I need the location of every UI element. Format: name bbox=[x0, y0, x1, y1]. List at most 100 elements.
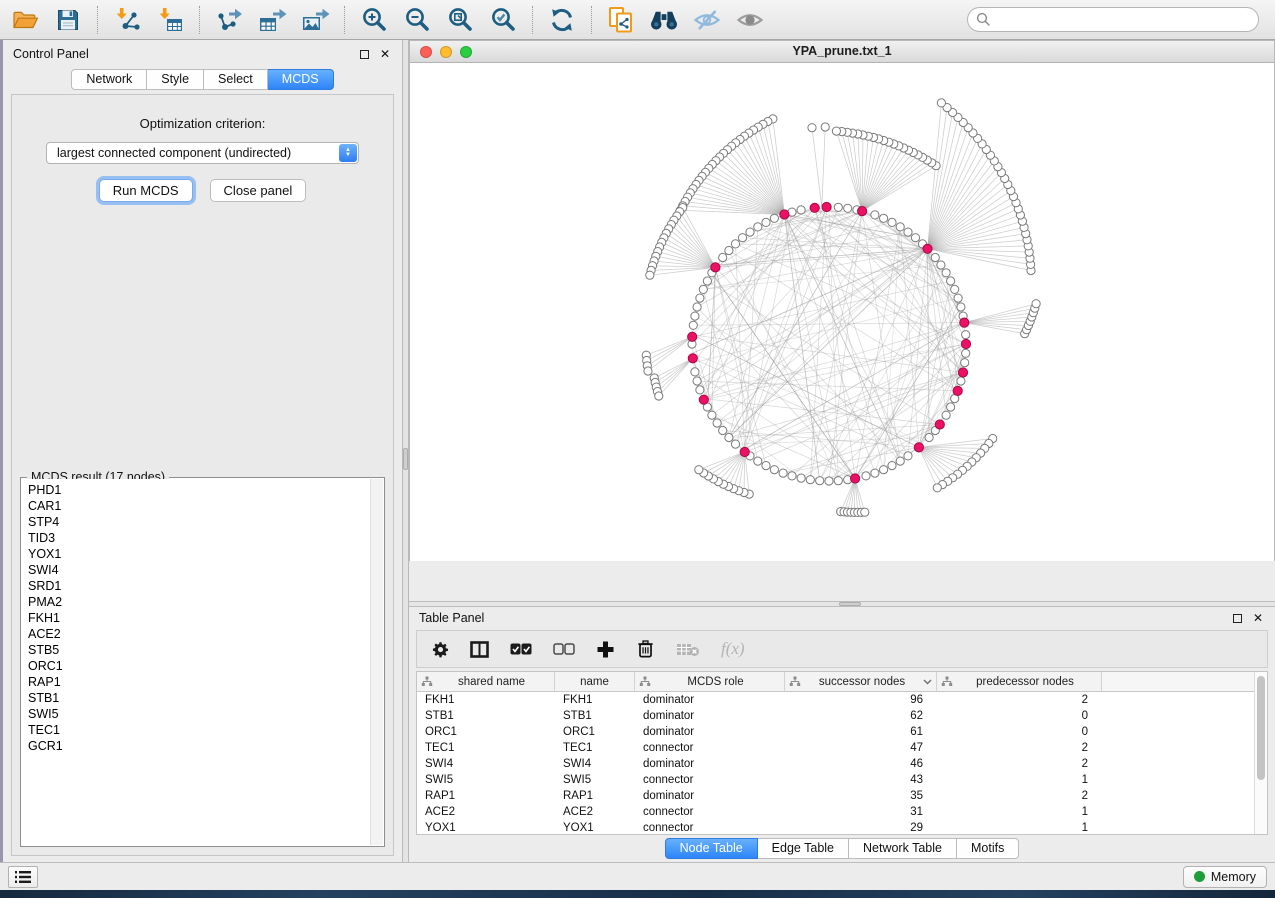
mcds-result-item[interactable]: CAR1 bbox=[28, 498, 370, 514]
memory-button[interactable]: Memory bbox=[1183, 866, 1267, 888]
mcds-result-item[interactable]: GCR1 bbox=[28, 738, 370, 754]
splitter-handle[interactable] bbox=[403, 448, 408, 470]
float-panel-icon[interactable] bbox=[360, 50, 369, 59]
network-graph[interactable] bbox=[410, 63, 1274, 560]
mcds-result-item[interactable]: SRD1 bbox=[28, 578, 370, 594]
column-header-successor-nodes[interactable]: successor nodes bbox=[785, 672, 937, 691]
task-history-button[interactable] bbox=[8, 866, 38, 888]
table-cell: RAP1 bbox=[555, 788, 635, 804]
column-type-icon bbox=[941, 676, 953, 687]
table-panel: Table Panel ✕ bbox=[409, 607, 1275, 862]
tab-node-table[interactable]: Node Table bbox=[665, 838, 758, 859]
delete-table-icon bbox=[676, 642, 700, 657]
mcds-result-item[interactable]: TID3 bbox=[28, 530, 370, 546]
search-input[interactable] bbox=[967, 7, 1259, 32]
add-row-icon[interactable] bbox=[596, 640, 615, 659]
select-all-rows-icon[interactable] bbox=[510, 643, 532, 655]
optimization-criterion-select[interactable]: largest connected component (undirected)… bbox=[46, 142, 359, 164]
network-view-window: YPA_prune.txt_1 bbox=[409, 40, 1275, 561]
mcds-result-item[interactable]: SWI4 bbox=[28, 562, 370, 578]
mcds-result-item[interactable]: YOX1 bbox=[28, 546, 370, 562]
import-network-icon[interactable] bbox=[112, 5, 142, 35]
tab-motifs[interactable]: Motifs bbox=[957, 838, 1019, 859]
mcds-result-item[interactable]: ORC1 bbox=[28, 658, 370, 674]
column-type-icon bbox=[789, 676, 801, 687]
mcds-result-item[interactable]: STB1 bbox=[28, 690, 370, 706]
table-cell: ACE2 bbox=[555, 804, 635, 820]
export-network-icon[interactable] bbox=[214, 5, 244, 35]
zoom-in-icon[interactable] bbox=[359, 5, 389, 35]
run-mcds-button[interactable]: Run MCDS bbox=[99, 179, 193, 202]
close-window-icon[interactable] bbox=[420, 46, 432, 58]
save-session-icon[interactable] bbox=[53, 5, 83, 35]
hide-graphics-details-icon[interactable] bbox=[692, 5, 722, 35]
export-image-icon[interactable] bbox=[300, 5, 330, 35]
column-header-mcds-role[interactable]: MCDS role bbox=[635, 672, 785, 691]
vertical-splitter[interactable] bbox=[402, 40, 409, 862]
scrollbar-thumb[interactable] bbox=[1257, 676, 1265, 780]
show-graphics-details-icon bbox=[735, 5, 765, 35]
table-panel-header: Table Panel ✕ bbox=[409, 607, 1275, 629]
import-table-icon[interactable] bbox=[155, 5, 185, 35]
close-panel-icon[interactable]: ✕ bbox=[380, 50, 390, 59]
close-panel-icon[interactable]: ✕ bbox=[1253, 614, 1263, 623]
tab-mcds[interactable]: MCDS bbox=[268, 69, 334, 90]
tab-edge-table[interactable]: Edge Table bbox=[758, 838, 849, 859]
mcds-result-item[interactable]: STP4 bbox=[28, 514, 370, 530]
maximize-window-icon[interactable] bbox=[460, 46, 472, 58]
table-row[interactable]: RAP1RAP1dominator352 bbox=[417, 788, 1267, 804]
table-row[interactable]: TEC1TEC1connector472 bbox=[417, 740, 1267, 756]
search-binoculars-icon[interactable] bbox=[649, 5, 679, 35]
delete-row-icon[interactable] bbox=[636, 639, 655, 659]
minimize-window-icon[interactable] bbox=[440, 46, 452, 58]
mcds-result-item[interactable]: TEC1 bbox=[28, 722, 370, 738]
close-panel-button[interactable]: Close panel bbox=[210, 179, 307, 202]
copy-network-icon[interactable] bbox=[606, 5, 636, 35]
splitter-handle[interactable] bbox=[839, 602, 861, 606]
table-row[interactable]: ACE2ACE2connector311 bbox=[417, 804, 1267, 820]
tab-network[interactable]: Network bbox=[71, 69, 147, 90]
tab-network-table[interactable]: Network Table bbox=[849, 838, 957, 859]
mcds-result-item[interactable]: PMA2 bbox=[28, 594, 370, 610]
table-cell: connector bbox=[635, 772, 785, 788]
settings-gear-icon[interactable] bbox=[432, 641, 449, 658]
show-columns-icon[interactable] bbox=[470, 641, 489, 658]
mcds-result-item[interactable]: RAP1 bbox=[28, 674, 370, 690]
table-row[interactable]: YOX1YOX1connector291 bbox=[417, 820, 1267, 834]
zoom-fit-icon[interactable] bbox=[445, 5, 475, 35]
mcds-result-item[interactable]: FKH1 bbox=[28, 610, 370, 626]
table-cell: FKH1 bbox=[555, 692, 635, 708]
open-file-icon[interactable] bbox=[10, 5, 40, 35]
column-header-shared-name[interactable]: shared name bbox=[417, 672, 555, 691]
zoom-selected-icon[interactable] bbox=[488, 5, 518, 35]
network-canvas[interactable] bbox=[410, 63, 1274, 560]
table-row[interactable]: SWI4SWI4dominator462 bbox=[417, 756, 1267, 772]
deselect-all-rows-icon[interactable] bbox=[553, 643, 575, 655]
mcds-result-item[interactable]: STB5 bbox=[28, 642, 370, 658]
column-header-predecessor-nodes[interactable]: predecessor nodes bbox=[937, 672, 1102, 691]
mcds-result-list[interactable]: PHD1CAR1STP4TID3YOX1SWI4SRD1PMA2FKH1ACE2… bbox=[22, 479, 370, 845]
table-row[interactable]: ORC1ORC1dominator610 bbox=[417, 724, 1267, 740]
table-cell: 61 bbox=[785, 724, 937, 740]
network-window-titlebar[interactable]: YPA_prune.txt_1 bbox=[410, 41, 1274, 63]
table-scrollbar[interactable] bbox=[1254, 672, 1267, 834]
table-cell: TEC1 bbox=[417, 740, 555, 756]
tab-style[interactable]: Style bbox=[147, 69, 204, 90]
result-list-scrollbar[interactable] bbox=[370, 479, 383, 845]
table-row[interactable]: STB1STB1dominator620 bbox=[417, 708, 1267, 724]
table-row[interactable]: FKH1FKH1dominator962 bbox=[417, 692, 1267, 708]
table-cell: ACE2 bbox=[417, 804, 555, 820]
column-header-name[interactable]: name bbox=[555, 672, 635, 691]
table-cell: 0 bbox=[937, 724, 1102, 740]
zoom-out-icon[interactable] bbox=[402, 5, 432, 35]
table-row[interactable]: SWI5SWI5connector431 bbox=[417, 772, 1267, 788]
refresh-layout-icon[interactable] bbox=[547, 5, 577, 35]
mcds-result-item[interactable]: ACE2 bbox=[28, 626, 370, 642]
mcds-result-item[interactable]: SWI5 bbox=[28, 706, 370, 722]
table-cell: SWI4 bbox=[417, 756, 555, 772]
table-cell: YOX1 bbox=[417, 820, 555, 834]
tab-select[interactable]: Select bbox=[204, 69, 268, 90]
mcds-result-item[interactable]: PHD1 bbox=[28, 482, 370, 498]
float-panel-icon[interactable] bbox=[1233, 614, 1242, 623]
export-table-icon[interactable] bbox=[257, 5, 287, 35]
